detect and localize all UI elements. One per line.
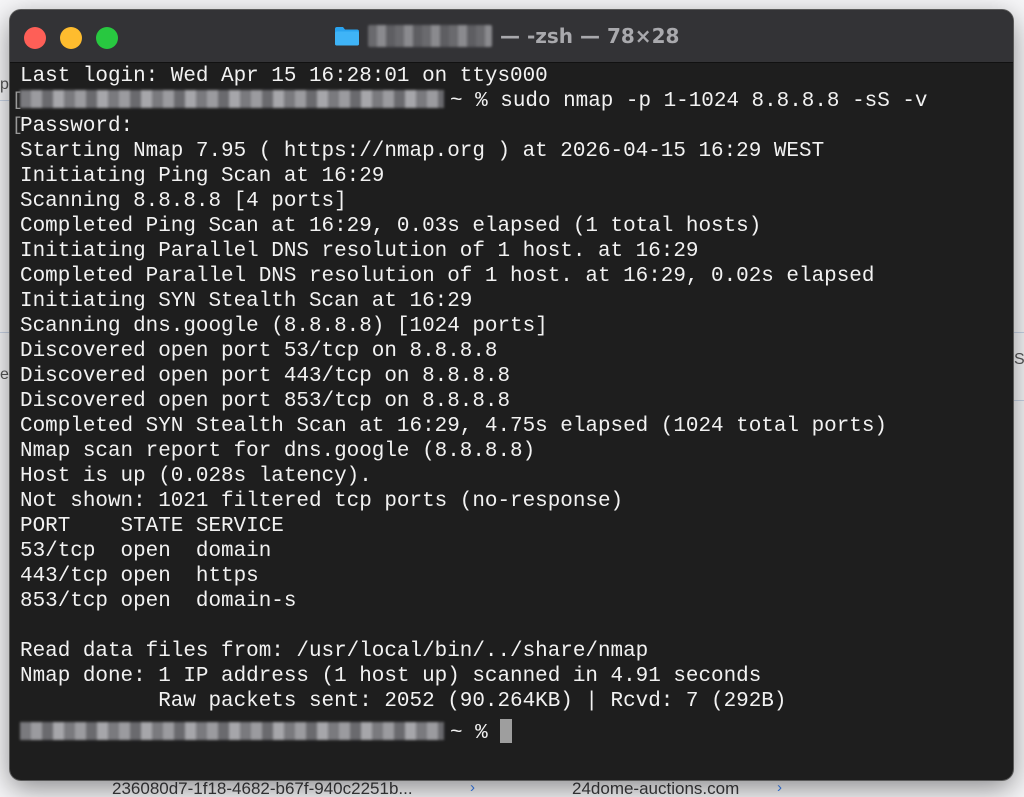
terminal-line: 853/tcp open domain-s [20, 590, 297, 613]
background-list-item[interactable]: 24dome-auctions.com [572, 779, 739, 797]
terminal-line: 443/tcp open https [20, 565, 259, 588]
title-bar[interactable]: — -zsh — 78×28 [10, 10, 1013, 63]
terminal-line: Starting Nmap 7.95 ( https://nmap.org ) … [20, 140, 825, 163]
chevron-right-icon[interactable]: › [777, 779, 782, 796]
terminal-line: 53/tcp open domain [20, 540, 272, 563]
redacted-username [368, 25, 492, 47]
terminal-line: Nmap scan report for dns.google (8.8.8.8… [20, 440, 536, 463]
terminal-line: Discovered open port 443/tcp on 8.8.8.8 [20, 365, 511, 388]
terminal-line: Raw packets sent: 2052 (90.264KB) | Rcvd… [20, 690, 787, 713]
terminal-line: Discovered open port 853/tcp on 8.8.8.8 [20, 390, 511, 413]
terminal-line: Initiating Parallel DNS resolution of 1 … [20, 240, 699, 263]
terminal-line: Initiating SYN Stealth Scan at 16:29 [20, 290, 473, 313]
chevron-right-icon[interactable]: › [470, 779, 475, 796]
window-title-text: — -zsh — 78×28 [500, 24, 680, 48]
background-list-item[interactable]: 236080d7-1f18-4682-b67f-940c2251b... [112, 779, 413, 797]
terminal-line: Last login: Wed Apr 15 16:28:01 on ttys0… [20, 65, 548, 88]
terminal-line: Nmap done: 1 IP address (1 host up) scan… [20, 665, 762, 688]
mark-bracket-right: ] [1012, 116, 1013, 136]
mark-bracket-right: ] [1012, 91, 1013, 111]
redacted-hostname [20, 722, 444, 740]
terminal-line: Not shown: 1021 filtered tcp ports (no-r… [20, 490, 624, 513]
window-title: — -zsh — 78×28 [334, 22, 679, 50]
terminal-line: Read data files from: /usr/local/bin/../… [20, 640, 649, 663]
maximize-button[interactable] [96, 27, 118, 49]
terminal-line: PORT STATE SERVICE [20, 515, 284, 538]
background-divider [0, 100, 10, 101]
close-button[interactable] [24, 27, 46, 49]
terminal-prompt-line: ~ % [20, 719, 513, 745]
terminal-line: Scanning 8.8.8.8 [4 ports] [20, 190, 347, 213]
background-divider [1013, 400, 1024, 401]
terminal-command: ~ % sudo nmap -p 1-1024 8.8.8.8 -sS -v [450, 90, 928, 113]
terminal-line: Discovered open port 53/tcp on 8.8.8.8 [20, 340, 498, 363]
folder-icon [334, 26, 360, 46]
terminal-line: Host is up (0.028s latency). [20, 465, 372, 488]
minimize-button[interactable] [60, 27, 82, 49]
terminal-line: Initiating Ping Scan at 16:29 [20, 165, 385, 188]
background-divider [1013, 332, 1024, 333]
terminal-output[interactable]: Last login: Wed Apr 15 16:28:01 on ttys0… [12, 64, 1013, 774]
terminal-prompt: ~ % [450, 722, 488, 745]
terminal-line: Completed Parallel DNS resolution of 1 h… [20, 265, 875, 288]
terminal-line: Scanning dns.google (8.8.8.8) [1024 port… [20, 315, 548, 338]
redacted-hostname [20, 90, 444, 108]
terminal-prompt-line: ~ % sudo nmap -p 1-1024 8.8.8.8 -sS -v [20, 89, 927, 114]
background-divider [0, 332, 10, 333]
terminal-line: Completed Ping Scan at 16:29, 0.03s elap… [20, 215, 762, 238]
background-text-fragment: S [1014, 351, 1024, 368]
terminal-line: Completed SYN Stealth Scan at 16:29, 4.7… [20, 415, 887, 438]
terminal-window[interactable]: — -zsh — 78×28 Last login: Wed Apr 15 16… [10, 10, 1013, 780]
terminal-line: Password: [20, 115, 134, 138]
text-cursor [500, 719, 513, 743]
